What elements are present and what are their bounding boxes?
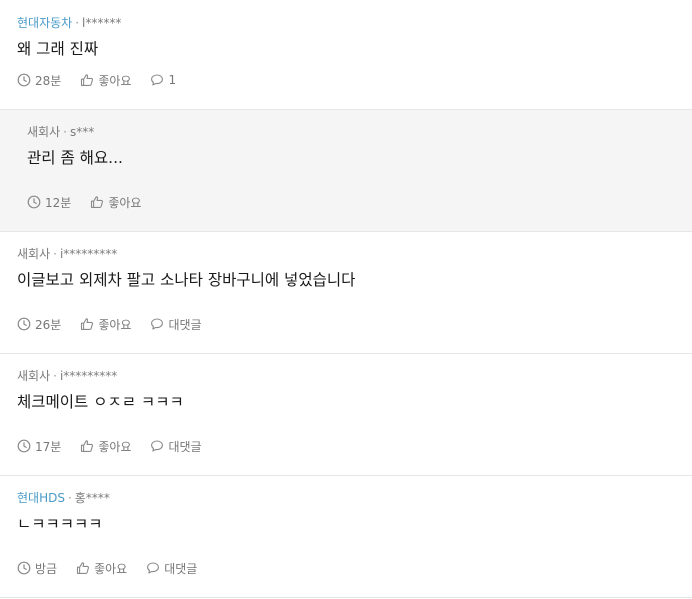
- thumbs-up-icon: [91, 196, 104, 208]
- reply-button[interactable]: 1: [150, 73, 176, 87]
- comment-meta: 새회사 · i*********: [17, 368, 675, 384]
- reply-label: 대댓글: [168, 317, 202, 332]
- meta-separator: ·: [53, 247, 57, 261]
- like-button[interactable]: 좋아요: [80, 438, 131, 455]
- time-indicator: 12분: [27, 194, 71, 211]
- thumbs-up-icon: [77, 562, 90, 574]
- meta-separator: ·: [53, 369, 57, 383]
- reply-button[interactable]: 대댓글: [150, 316, 202, 333]
- time-label: 17분: [35, 439, 62, 454]
- time-label: 방금: [35, 561, 58, 576]
- like-button[interactable]: 좋아요: [80, 316, 131, 333]
- meta-separator: ·: [63, 125, 67, 139]
- clock-icon: [27, 195, 41, 209]
- user-id: i*********: [59, 369, 118, 383]
- user-id: i*********: [59, 247, 118, 261]
- like-label: 좋아요: [94, 561, 128, 576]
- company-name: 새회사: [17, 247, 51, 261]
- reply-comment-item: 새회사 · s*** 관리 좀 해요... 12분 좋아요: [0, 110, 692, 232]
- thumbs-up-icon: [81, 318, 94, 330]
- company-name[interactable]: 현대자동차: [17, 16, 72, 30]
- time-indicator: 28분: [17, 72, 61, 89]
- speech-bubble-icon: [147, 562, 160, 574]
- time-label: 12분: [45, 195, 72, 210]
- comment-item: 현대자동차 · l****** 왜 그래 진짜 28분 좋아요 1: [0, 0, 692, 110]
- clock-icon: [17, 439, 31, 453]
- company-name: 새회사: [27, 125, 61, 139]
- clock-icon: [17, 561, 31, 575]
- like-button[interactable]: 좋아요: [80, 72, 131, 89]
- user-id: 홍****: [74, 491, 110, 505]
- user-id: s***: [69, 125, 95, 139]
- time-indicator: 26분: [17, 316, 61, 333]
- comment-text: 체크메이트 ㅇㅈㄹ ㅋㅋㅋ: [17, 393, 184, 411]
- comment-actions: 28분 좋아요 1: [17, 71, 195, 89]
- comment-text: 왜 그래 진짜: [17, 40, 99, 58]
- comment-meta: 현대HDS · 홍****: [17, 490, 675, 506]
- comment-meta: 현대자동차 · l******: [17, 15, 675, 31]
- comment-actions: 방금 좋아요 대댓글: [17, 559, 216, 577]
- reply-button[interactable]: 대댓글: [150, 438, 202, 455]
- meta-separator: ·: [75, 16, 80, 30]
- time-label: 26분: [35, 317, 62, 332]
- comment-item: 새회사 · i********* 체크메이트 ㅇㅈㄹ ㅋㅋㅋ 17분 좋아요 대댓글: [0, 354, 692, 476]
- speech-bubble-icon: [151, 318, 164, 330]
- comment-item: 현대HDS · 홍**** ㄴㅋㅋㅋㅋㅋ 방금 좋아요 대댓글: [0, 476, 692, 598]
- time-indicator: 방금: [17, 560, 57, 577]
- comment-meta: 새회사 · s***: [27, 124, 675, 140]
- thumbs-up-icon: [81, 440, 94, 452]
- reply-button[interactable]: 대댓글: [146, 560, 197, 577]
- user-id: l******: [82, 16, 122, 30]
- time-indicator: 17분: [17, 438, 61, 455]
- comment-actions: 26분 좋아요 대댓글: [17, 315, 221, 333]
- comment-item: 새회사 · i********* 이글보고 외제차 팔고 소나타 장바구니에 넣었습…: [0, 232, 692, 354]
- comment-text: 관리 좀 해요...: [27, 149, 123, 167]
- reply-label: 대댓글: [164, 561, 198, 576]
- reply-label: 1: [168, 73, 177, 87]
- company-name: 새회사: [17, 369, 51, 383]
- like-button[interactable]: 좋아요: [90, 194, 141, 211]
- company-name[interactable]: 현대HDS: [17, 491, 65, 505]
- comment-actions: 17분 좋아요 대댓글: [17, 437, 221, 455]
- like-label: 좋아요: [108, 195, 142, 210]
- like-label: 좋아요: [98, 317, 132, 332]
- comment-text: ㄴㅋㅋㅋㅋㅋ: [17, 515, 103, 533]
- comment-list: 현대자동차 · l****** 왜 그래 진짜 28분 좋아요 1 새회사 · s***…: [0, 0, 692, 598]
- clock-icon: [17, 317, 31, 331]
- like-button[interactable]: 좋아요: [76, 560, 127, 577]
- comment-meta: 새회사 · i*********: [17, 246, 675, 262]
- speech-bubble-icon: [151, 440, 164, 452]
- time-label: 28분: [35, 73, 62, 88]
- speech-bubble-icon: [151, 74, 164, 86]
- like-label: 좋아요: [98, 439, 132, 454]
- comment-actions: 12분 좋아요: [27, 193, 160, 211]
- comment-text: 이글보고 외제차 팔고 소나타 장바구니에 넣었습니다: [17, 271, 356, 289]
- reply-label: 대댓글: [168, 439, 202, 454]
- thumbs-up-icon: [81, 74, 94, 86]
- like-label: 좋아요: [98, 73, 132, 88]
- meta-separator: ·: [67, 491, 72, 505]
- clock-icon: [17, 73, 31, 87]
